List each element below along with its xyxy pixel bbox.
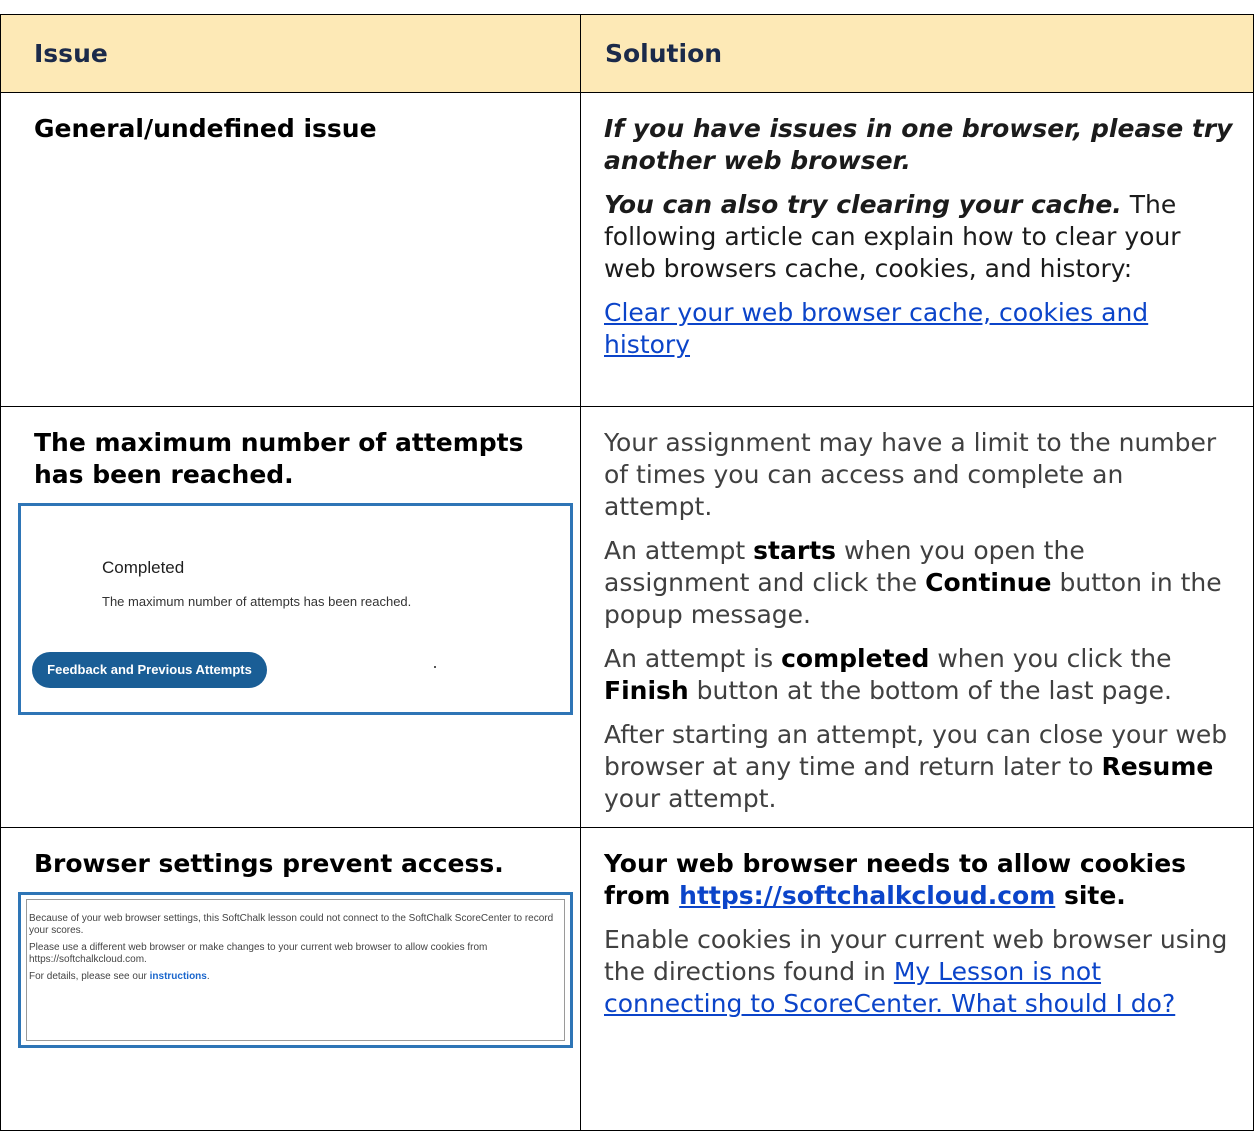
solution-column-header: Solution [580, 14, 1254, 93]
browser-settings-screenshot: Because of your web browser settings, th… [18, 892, 573, 1048]
table-header-row: Issue Solution [0, 14, 1254, 93]
solution-paragraph: If you have issues in one browser, pleas… [604, 114, 1233, 175]
table-row: General/undefined issue If you have issu… [0, 92, 1254, 407]
solution-paragraph: Your assignment may have a limit to the … [604, 428, 1217, 521]
issue-title: The maximum number of attempts has been … [34, 428, 524, 489]
solution-paragraph: After starting an attempt, you can close… [604, 720, 1228, 813]
softchalkcloud-link[interactable]: https://softchalkcloud.com [679, 881, 1055, 910]
clear-cache-article-link[interactable]: Clear your web browser cache, cookies an… [604, 298, 1148, 359]
screenshot-completed-title: Completed [102, 558, 185, 577]
solution-cell: If you have issues in one browser, pleas… [580, 92, 1254, 407]
solution-paragraph: Enable cookies in your current web brows… [604, 925, 1228, 1018]
issue-title: Browser settings prevent access. [34, 849, 504, 878]
issue-column-header: Issue [0, 14, 581, 93]
screenshot-dialog-text: Because of your web browser settings, th… [29, 913, 554, 982]
solution-paragraph: An attempt starts when you open the assi… [604, 536, 1222, 629]
table-row: The maximum number of attempts has been … [0, 406, 1254, 828]
solution-cell: Your assignment may have a limit to the … [580, 406, 1254, 828]
issue-cell: Browser settings prevent access. Because… [0, 827, 581, 1131]
troubleshooting-table: Issue Solution General/undefined issue I… [0, 14, 1254, 1131]
max-attempts-screenshot: Completed The maximum number of attempts… [18, 503, 573, 715]
solution-paragraph: Clear your web browser cache, cookies an… [604, 297, 1235, 361]
solution-paragraph: An attempt is completed when you click t… [604, 644, 1172, 705]
issue-cell: The maximum number of attempts has been … [0, 406, 581, 828]
solution-cell: Your web browser needs to allow cookies … [580, 827, 1254, 1131]
table-row: Browser settings prevent access. Because… [0, 827, 1254, 1131]
stray-dot [434, 666, 436, 668]
feedback-previous-attempts-button: Feedback and Previous Attempts [32, 652, 267, 688]
issue-cell: General/undefined issue [0, 92, 581, 407]
solution-paragraph: You can also try clearing your cache. Th… [604, 190, 1181, 283]
screenshot-message: The maximum number of attempts has been … [102, 594, 412, 609]
screenshot-instructions-link: instructions [149, 971, 207, 982]
solution-heading: Your web browser needs to allow cookies … [604, 849, 1187, 910]
issue-title: General/undefined issue [34, 114, 377, 143]
